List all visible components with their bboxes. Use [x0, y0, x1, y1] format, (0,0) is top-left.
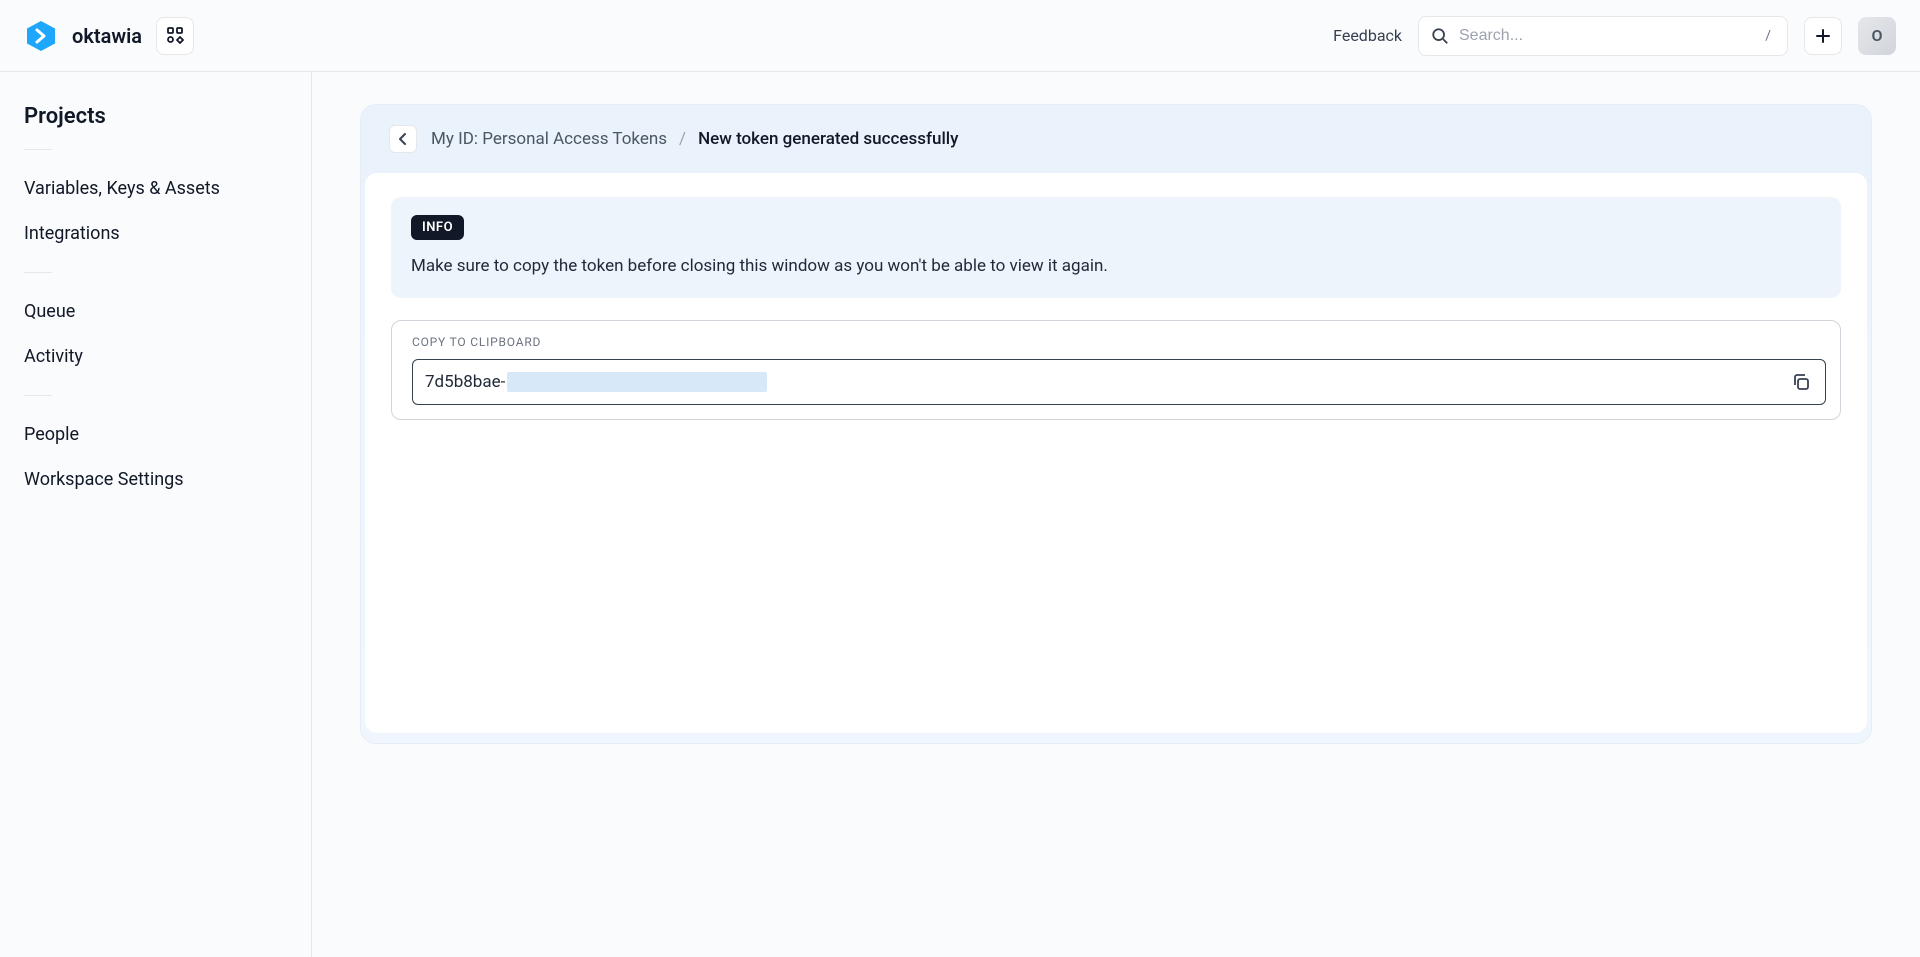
feedback-link[interactable]: Feedback — [1333, 26, 1402, 45]
avatar-initial: O — [1871, 26, 1882, 45]
copy-section: COPY TO CLIPBOARD 7d5b8bae- — [391, 320, 1841, 420]
chevron-left-icon — [396, 132, 410, 146]
brand-name[interactable]: oktawia — [72, 24, 142, 48]
header-left-group: oktawia — [24, 17, 194, 55]
sidebar-item-activity[interactable]: Activity — [24, 334, 287, 379]
sidebar-item-queue[interactable]: Queue — [24, 289, 287, 334]
breadcrumb-parent[interactable]: My ID: Personal Access Tokens — [431, 129, 667, 149]
sidebar-item-variables-keys-assets[interactable]: Variables, Keys & Assets — [24, 166, 287, 211]
token-field[interactable]: 7d5b8bae- — [412, 359, 1826, 405]
copy-icon — [1791, 372, 1811, 392]
copy-button[interactable] — [1789, 370, 1813, 394]
sidebar: Projects Variables, Keys & Assets Integr… — [0, 72, 312, 957]
search-kbd-hint: / — [1759, 26, 1777, 46]
token-value: 7d5b8bae- — [425, 372, 767, 392]
content-card: My ID: Personal Access Tokens / New toke… — [360, 104, 1872, 744]
app-switcher-button[interactable] — [156, 17, 194, 55]
sidebar-item-workspace-settings[interactable]: Workspace Settings — [24, 457, 287, 502]
sidebar-item-people[interactable]: People — [24, 412, 287, 457]
sidebar-item-integrations[interactable]: Integrations — [24, 211, 287, 256]
user-avatar[interactable]: O — [1858, 17, 1896, 55]
layout: Projects Variables, Keys & Assets Integr… — [0, 72, 1920, 957]
sidebar-title[interactable]: Projects — [24, 104, 287, 129]
header-right-group: Feedback / O — [1333, 16, 1896, 56]
back-button[interactable] — [389, 125, 417, 153]
app-header: oktawia Feedback / — [0, 0, 1920, 72]
main-content: My ID: Personal Access Tokens / New toke… — [312, 72, 1920, 957]
card-header: My ID: Personal Access Tokens / New toke… — [361, 105, 1871, 173]
search-box[interactable]: / — [1418, 16, 1788, 56]
breadcrumb-current: New token generated successfully — [698, 129, 958, 149]
app-grid-icon — [167, 27, 184, 44]
token-prefix: 7d5b8bae- — [425, 372, 505, 392]
brand-logo[interactable] — [24, 19, 58, 53]
sidebar-divider — [24, 272, 52, 273]
create-button[interactable] — [1804, 17, 1842, 55]
search-input[interactable] — [1459, 27, 1749, 45]
sidebar-divider — [24, 149, 52, 150]
search-icon — [1431, 27, 1449, 45]
breadcrumbs: My ID: Personal Access Tokens / New toke… — [431, 129, 958, 149]
info-callout: INFO Make sure to copy the token before … — [391, 197, 1841, 298]
info-badge: INFO — [411, 215, 464, 240]
plus-icon — [1815, 28, 1831, 44]
breadcrumb-sep: / — [679, 129, 686, 149]
sidebar-divider — [24, 395, 52, 396]
copy-label: COPY TO CLIPBOARD — [412, 335, 1826, 349]
token-redacted — [507, 372, 767, 392]
info-message: Make sure to copy the token before closi… — [411, 254, 1821, 280]
card-body: INFO Make sure to copy the token before … — [365, 173, 1867, 733]
